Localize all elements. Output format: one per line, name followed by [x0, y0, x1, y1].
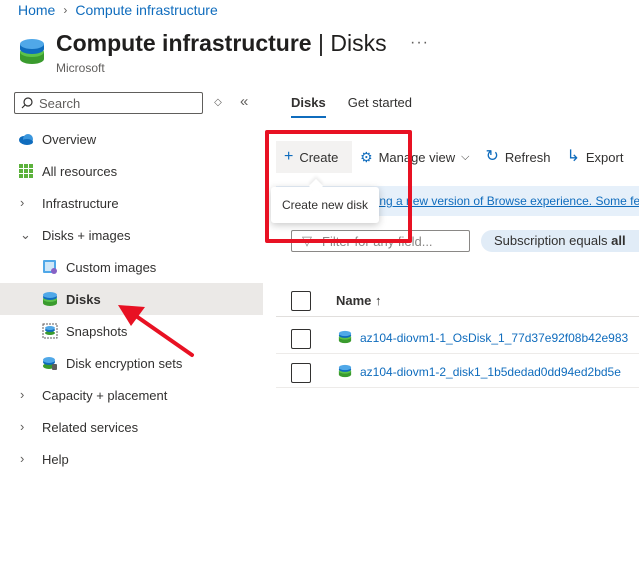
sidebar-item-label: Disks: [66, 291, 101, 307]
disk-name-link[interactable]: az104-diovm1-1_OsDisk_1_77d37e92f08b42e9…: [360, 331, 628, 345]
sidebar-item-snapshots[interactable]: Snapshots: [0, 315, 263, 347]
export-label: Export: [585, 149, 624, 165]
filter-pill-key: Subscription: [494, 233, 566, 248]
cloud-icon: [19, 134, 33, 145]
sidebar-item-label: Overview: [42, 131, 97, 147]
sidebar-item-label: Capacity + placement: [42, 387, 168, 403]
filter-input[interactable]: ▽ Filter for any field...: [291, 230, 470, 252]
sidebar-item-label: All resources: [42, 163, 118, 179]
sidebar-item-label: Custom images: [66, 259, 157, 275]
sidebar-item-label: Help: [42, 451, 69, 467]
refresh-button[interactable]: ↻ Refresh: [478, 141, 559, 173]
tab-disks[interactable]: Disks: [291, 95, 326, 118]
sidebar-item-infrastructure[interactable]: › Infrastructure: [0, 187, 263, 219]
snapshot-icon: [42, 323, 58, 339]
sidebar-item-label: Snapshots: [66, 323, 128, 339]
tab-get-started[interactable]: Get started: [348, 95, 412, 118]
create-tooltip: Create new disk: [271, 187, 379, 223]
column-header-name[interactable]: Name ↑: [336, 293, 382, 308]
sidebar-item-custom-images[interactable]: Custom images: [0, 251, 263, 283]
disk-name-link[interactable]: az104-diovm1-2_disk1_1b5dedad0dd94ed2bd5…: [360, 365, 621, 379]
disk-icon: [338, 364, 352, 378]
search-icon: [21, 97, 33, 109]
manage-view-button[interactable]: ⚙ Manage view ⌵: [352, 141, 478, 173]
page-title: Compute infrastructure | Disks: [56, 30, 387, 57]
sidebar-item-label: Disks + images: [42, 227, 131, 243]
row-checkbox[interactable]: [291, 363, 311, 383]
refresh-label: Refresh: [504, 149, 551, 165]
refresh-icon: ↻: [485, 148, 499, 165]
export-icon: ↳: [566, 148, 580, 165]
page-title-suffix: | Disks: [317, 30, 387, 56]
chevron-right-icon: ›: [20, 451, 25, 466]
sidebar-item-label: Related services: [42, 419, 139, 435]
sidebar-search-input[interactable]: [39, 95, 189, 111]
sidebar-item-disk-encryption-sets[interactable]: Disk encryption sets: [0, 347, 263, 379]
sidebar-item-disks-images[interactable]: ⌄ Disks + images: [0, 219, 263, 251]
sidebar-item-capacity-placement[interactable]: › Capacity + placement: [0, 379, 263, 411]
chevron-right-icon: ›: [20, 387, 25, 402]
breadcrumb-home[interactable]: Home: [18, 2, 55, 18]
custom-image-icon: [43, 260, 57, 274]
page-title-main: Compute infrastructure: [56, 30, 312, 56]
grid-header: Name ↑: [276, 285, 639, 317]
more-options-icon[interactable]: ···: [410, 34, 429, 52]
page-subtitle: Microsoft: [56, 61, 105, 75]
gear-icon: ⚙: [360, 148, 373, 165]
sidebar-item-disks[interactable]: Disks: [0, 283, 263, 315]
sidebar-item-help[interactable]: › Help: [0, 443, 263, 475]
command-bar: + Create ⚙ Manage view ⌵ ↻ Refresh ↳ Exp…: [276, 141, 631, 173]
chevron-right-icon: ›: [63, 3, 68, 17]
disk-icon: [43, 292, 57, 306]
manage-view-label: Manage view: [378, 149, 456, 165]
row-checkbox[interactable]: [291, 329, 311, 349]
breadcrumb: Home › Compute infrastructure: [18, 2, 218, 18]
subscription-filter-pill[interactable]: Subscription equals all: [481, 230, 639, 252]
sidebar-item-label: Infrastructure: [42, 195, 119, 211]
sidebar-item-all-resources[interactable]: All resources: [0, 155, 263, 187]
sidebar-item-related-services[interactable]: › Related services: [0, 411, 263, 443]
select-all-checkbox[interactable]: [291, 291, 311, 311]
table-row[interactable]: az104-diovm1-2_disk1_1b5dedad0dd94ed2bd5…: [276, 356, 639, 388]
disk-stack-icon: [20, 39, 44, 64]
encryption-set-icon: [43, 357, 57, 370]
sidebar-search[interactable]: [14, 92, 203, 114]
collapse-sidebar-icon[interactable]: «: [240, 93, 248, 110]
export-button[interactable]: ↳ Export: [558, 141, 631, 173]
create-button[interactable]: + Create: [276, 141, 352, 173]
breadcrumb-current[interactable]: Compute infrastructure: [75, 2, 217, 18]
chevron-right-icon: ›: [20, 195, 25, 210]
chevron-down-icon: ⌵: [461, 150, 470, 163]
sidebar-item-label: Disk encryption sets: [66, 355, 183, 371]
chevron-right-icon: ›: [20, 419, 25, 434]
sort-icon[interactable]: ◇: [211, 94, 225, 112]
sidebar-item-overview[interactable]: Overview: [0, 123, 263, 155]
table-row[interactable]: az104-diovm1-1_OsDisk_1_77d37e92f08b42e9…: [276, 322, 639, 354]
sidebar-nav: Overview All resources › Infrastructure …: [0, 123, 263, 475]
disk-icon: [338, 330, 352, 344]
filter-icon: ▽: [302, 233, 312, 248]
chevron-down-icon: ⌄: [20, 227, 31, 242]
filter-pill-op: equals: [569, 233, 608, 248]
plus-icon: +: [284, 148, 294, 165]
create-button-label: Create: [299, 149, 339, 165]
filter-pill-value: all: [611, 233, 626, 248]
info-banner-link[interactable]: wing a new version of Browse experience.…: [368, 194, 639, 208]
filter-placeholder: Filter for any field...: [322, 233, 433, 249]
grid-icon: [19, 164, 33, 178]
tab-bar: Disks Get started: [291, 95, 412, 118]
